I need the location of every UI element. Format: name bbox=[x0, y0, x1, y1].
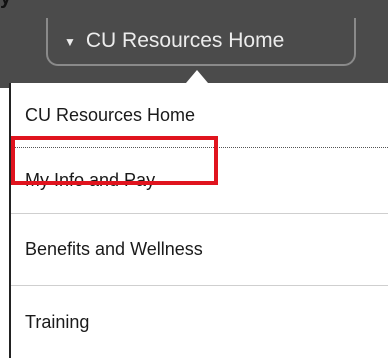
dropdown-label: CU Resources Home bbox=[85, 29, 285, 52]
menu-item-label: Training bbox=[25, 311, 90, 332]
menu-item-label: CU Resources Home bbox=[25, 104, 196, 125]
caret-down-icon: ▼ bbox=[64, 35, 76, 49]
menu-item-training[interactable]: Training bbox=[11, 286, 388, 358]
menu-item-benefits-and-wellness[interactable]: Benefits and Wellness bbox=[11, 214, 388, 286]
dropdown-menu: CU Resources Home My Info and Pay Benefi… bbox=[9, 83, 388, 358]
menu-item-label: Benefits and Wellness bbox=[25, 239, 203, 259]
clipped-heading-text: y bbox=[0, 0, 11, 9]
highlight-box bbox=[11, 136, 218, 185]
navigation-dropdown-button[interactable]: ▼ CU Resources Home bbox=[46, 18, 356, 66]
menu-pointer-arrow bbox=[186, 70, 208, 83]
